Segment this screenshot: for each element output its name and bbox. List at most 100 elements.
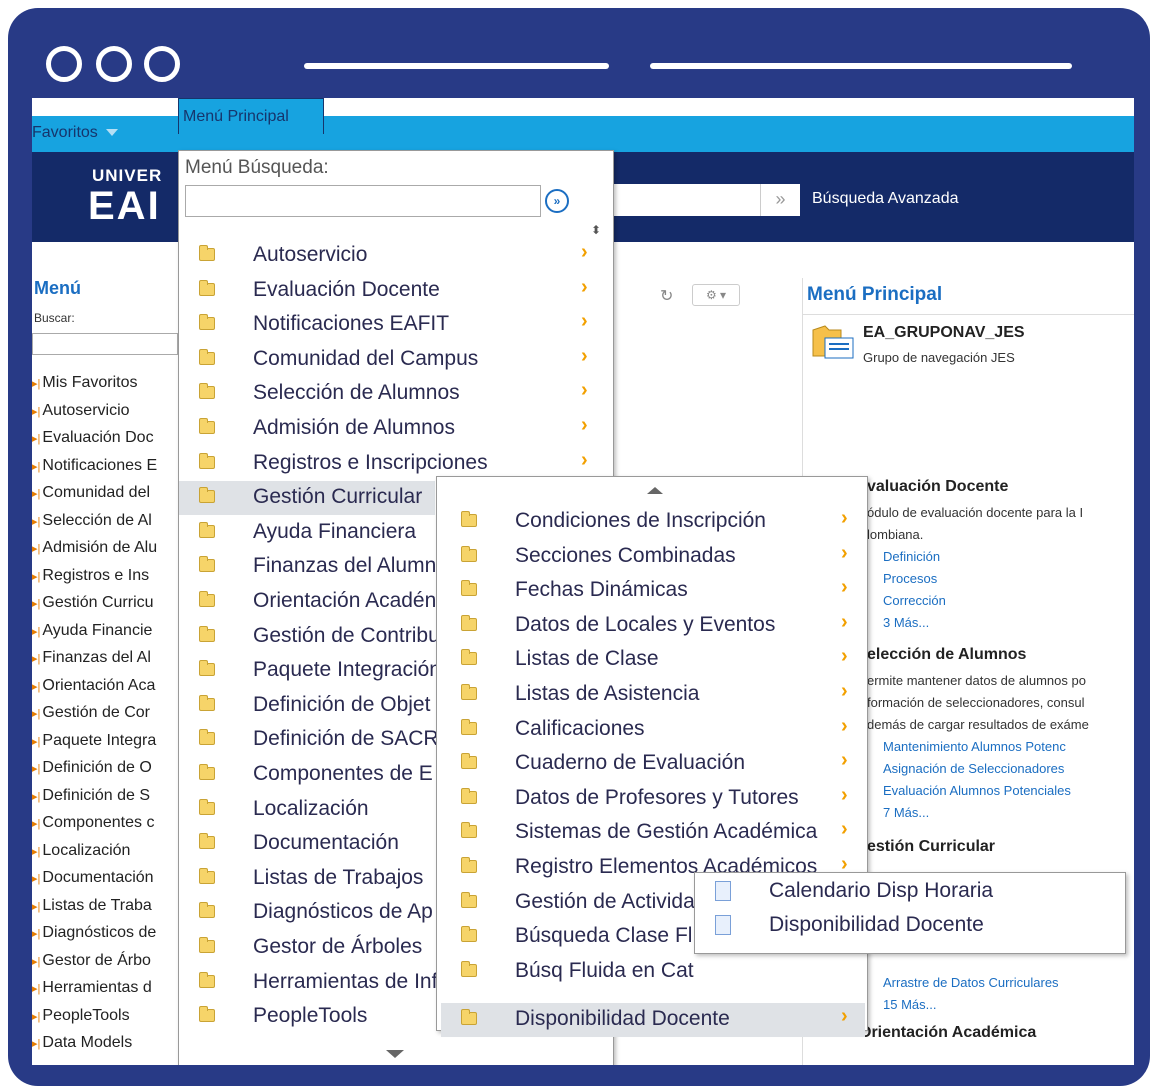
left-menu-item[interactable]: ▸| Orientación Aca <box>32 672 178 700</box>
folder-icon <box>199 660 215 677</box>
gear-dropdown-icon[interactable]: ⚙ ▾ <box>692 284 740 306</box>
section-description: ódulo de evaluación docente para la I <box>867 505 1084 520</box>
expand-arrow-icon: ▸| <box>32 983 41 995</box>
left-menu-item[interactable]: ▸| Localización <box>32 837 178 865</box>
expand-arrow-icon: ▸| <box>32 543 41 555</box>
section-title[interactable]: estión Curricular <box>867 838 995 856</box>
left-search-input[interactable] <box>32 333 178 355</box>
section-link[interactable]: 15 Más... <box>883 994 936 1016</box>
left-menu-item[interactable]: ▸| Diagnósticos de <box>32 919 178 947</box>
menu-search-input[interactable] <box>185 185 541 217</box>
chevron-right-icon: › <box>581 414 588 436</box>
section-link[interactable]: Asignación de Seleccionadores <box>883 758 1064 780</box>
menu-item[interactable]: Gestión Curricular <box>179 481 435 516</box>
search-go-icon[interactable]: » <box>545 189 569 213</box>
menu-item[interactable]: Evaluación Docente › <box>179 274 613 308</box>
submenu-item[interactable]: Sistemas de Gestión Académica › <box>441 816 865 850</box>
section-link[interactable]: 3 Más... <box>883 612 929 634</box>
left-menu-item[interactable]: ▸| Definición de O <box>32 754 178 782</box>
left-menu-item[interactable]: ▸| Gestión Curricu <box>32 589 178 617</box>
left-menu-item[interactable]: ▸| Definición de S <box>32 782 178 810</box>
menu-item[interactable]: Autoservicio › <box>179 239 613 273</box>
folder-icon <box>461 857 477 873</box>
left-menu-item[interactable]: ▸| Ayuda Financie <box>32 617 178 645</box>
leaf-menu-item[interactable]: Disponibilidad Docente <box>769 913 984 937</box>
section-link[interactable]: Evaluación Alumnos Potenciales <box>883 780 1071 802</box>
menu-item-label: Gestor de Árboles <box>253 935 423 958</box>
menu-item-label: Paquete Integración <box>253 658 441 682</box>
menu-item-label: Documentación <box>253 831 399 855</box>
document-icon <box>715 881 731 901</box>
banner-search-input[interactable] <box>592 184 760 216</box>
advanced-search-link[interactable]: Búsqueda Avanzada <box>812 190 959 208</box>
menu-item[interactable]: Admisión de Alumnos › <box>179 412 613 446</box>
left-menu-item-label: Componentes c <box>42 814 155 831</box>
folder-group-icon <box>811 322 855 362</box>
left-menu-item[interactable]: ▸| Selección de Al <box>32 507 178 535</box>
menu-item[interactable]: Comunidad del Campus › <box>179 343 613 377</box>
left-menu-item[interactable]: ▸| PeopleTools <box>32 1002 178 1030</box>
sort-icon[interactable]: ⬍ <box>591 223 601 237</box>
section-title[interactable]: elección de Alumnos <box>867 646 1026 664</box>
menu-item-label: Definición de Objet <box>253 692 431 716</box>
menu-item-label: Listas de Trabajos <box>253 865 424 889</box>
section-link[interactable]: Mantenimiento Alumnos Potenc <box>883 736 1066 758</box>
menu-item-label: Localización <box>253 796 369 820</box>
submenu-item[interactable]: Datos de Profesores y Tutores › <box>441 782 865 816</box>
menu-item[interactable]: Notificaciones EAFIT › <box>179 308 613 342</box>
left-menu-item[interactable]: ▸| Mis Favoritos <box>32 369 178 397</box>
left-menu-item[interactable]: ▸| Registros e Ins <box>32 562 178 590</box>
submenu-item[interactable]: Listas de Asistencia › <box>441 678 865 712</box>
section-link[interactable]: Procesos <box>883 568 937 590</box>
left-menu-item-label: PeopleTools <box>42 1006 130 1024</box>
left-menu-item[interactable]: ▸| Comunidad del <box>32 479 178 507</box>
section-link[interactable]: Definición <box>883 546 940 568</box>
folder-icon <box>199 764 215 780</box>
left-menu-item-label: Data Models <box>42 1034 133 1051</box>
submenu-item[interactable]: Listas de Clase › <box>441 643 865 677</box>
chevron-right-icon: › <box>841 680 848 702</box>
section-link[interactable]: Arrastre de Datos Curriculares <box>883 972 1059 994</box>
section-link[interactable]: Corrección <box>883 590 946 612</box>
section-link[interactable]: 7 Más... <box>883 802 929 824</box>
left-menu-item[interactable]: ▸| Finanzas del Al <box>32 644 178 672</box>
left-menu-item[interactable]: ▸| Gestión de Cor <box>32 699 178 727</box>
submenu-item[interactable]: Disponibilidad Docente › <box>441 1003 865 1038</box>
left-menu-item[interactable]: ▸| Autoservicio <box>32 397 178 425</box>
left-menu-item[interactable]: ▸| Gestor de Árbo <box>32 947 178 975</box>
scroll-down-icon[interactable] <box>386 1050 404 1058</box>
section-title[interactable]: Orientación Académica <box>859 1024 1036 1042</box>
left-menu-item[interactable]: ▸| Herramientas d <box>32 974 178 1002</box>
submenu-item[interactable]: Búsq Fluida en Cat <box>441 955 865 989</box>
menu-item[interactable]: Selección de Alumnos › <box>179 377 613 411</box>
left-menu-item[interactable]: ▸| Admisión de Alu <box>32 534 178 562</box>
expand-arrow-icon: ▸| <box>32 488 41 500</box>
submenu-item[interactable]: Condiciones de Inscripción › <box>441 505 865 539</box>
chevron-right-icon: › <box>841 610 848 633</box>
group-title-link[interactable]: EA_GRUPONAV_JES <box>863 324 1025 342</box>
expand-arrow-icon: ▸| <box>32 378 41 390</box>
left-menu-item[interactable]: ▸| Data Models <box>32 1029 178 1057</box>
left-menu-item[interactable]: ▸| Listas de Traba <box>32 892 178 920</box>
folder-icon <box>461 718 477 735</box>
left-menu-item[interactable]: ▸| Componentes c <box>32 809 178 837</box>
expand-arrow-icon: ▸| <box>32 680 41 693</box>
main-menu-tab[interactable]: Menú Principal <box>178 98 324 134</box>
leaf-menu-item[interactable]: Calendario Disp Horaria <box>769 879 993 903</box>
chevron-right-icon: › <box>841 507 848 529</box>
chevron-right-icon: › <box>581 241 588 263</box>
left-menu-item[interactable]: ▸| Paquete Integra <box>32 727 178 755</box>
search-go-button[interactable]: » <box>760 184 800 216</box>
section-title[interactable]: valuación Docente <box>867 478 1008 496</box>
left-menu-item[interactable]: ▸| Notificaciones E <box>32 452 178 480</box>
favorites-menu[interactable]: Favoritos <box>32 124 118 142</box>
left-menu-item[interactable]: ▸| Documentación <box>32 864 178 892</box>
scroll-up-icon[interactable] <box>647 487 663 494</box>
submenu-item[interactable]: Secciones Combinadas › <box>441 540 865 574</box>
refresh-icon[interactable]: ↻ <box>660 286 673 306</box>
submenu-item[interactable]: Cuaderno de Evaluación › <box>441 747 865 781</box>
submenu-item[interactable]: Calificaciones › <box>441 713 865 747</box>
submenu-item[interactable]: Fechas Dinámicas › <box>441 574 865 608</box>
submenu-item[interactable]: Datos de Locales y Eventos › <box>441 609 865 643</box>
left-menu-item[interactable]: ▸| Evaluación Doc <box>32 424 178 452</box>
